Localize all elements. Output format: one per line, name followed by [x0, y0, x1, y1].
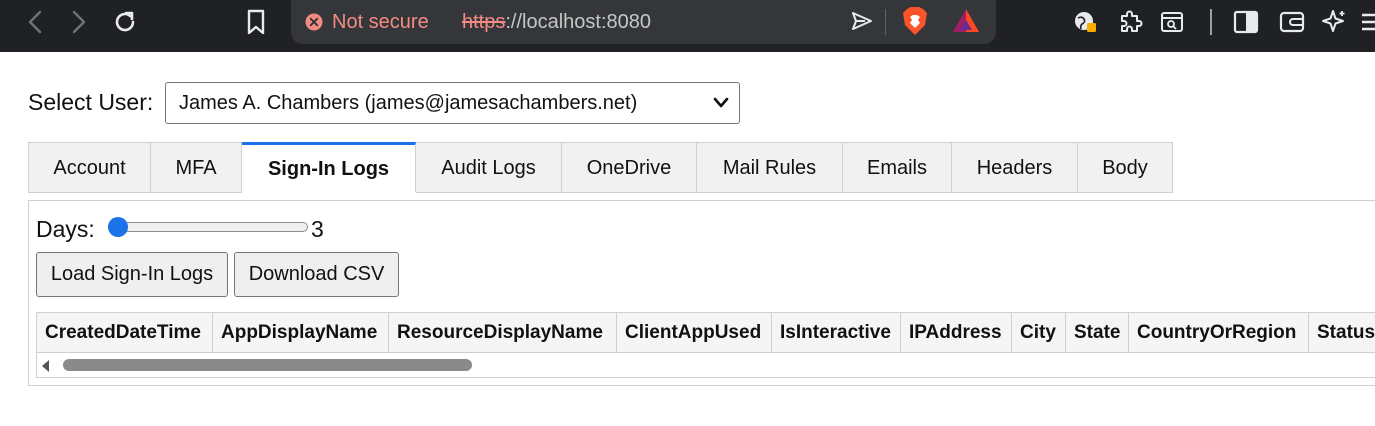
- horizontal-scrollbar[interactable]: [37, 353, 1375, 377]
- send-icon[interactable]: [851, 10, 873, 32]
- security-warning[interactable]: Not secure: [332, 10, 429, 34]
- sidebar-button[interactable]: [1232, 0, 1260, 44]
- bookmark-button[interactable]: [243, 0, 269, 44]
- tab-headers[interactable]: Headers: [952, 142, 1078, 193]
- sign-in-logs-table: CreatedDateTime AppDisplayName ResourceD…: [36, 312, 1375, 378]
- table-header-row: CreatedDateTime AppDisplayName ResourceD…: [37, 313, 1375, 353]
- user-select-row: Select User: James A. Chambers (james@ja…: [28, 82, 740, 124]
- tab-mail-rules[interactable]: Mail Rules: [697, 142, 843, 193]
- reload-button[interactable]: [110, 0, 140, 44]
- bookmark-icon: [247, 9, 265, 35]
- vpn-extension-button[interactable]: [1071, 0, 1099, 44]
- tab-onedrive[interactable]: OneDrive: [562, 142, 697, 193]
- chevron-left-icon: [28, 10, 42, 34]
- column-header-clientappused[interactable]: ClientAppUsed: [617, 313, 772, 353]
- column-header-isinteractive[interactable]: IsInteractive: [772, 313, 901, 353]
- reading-list-button[interactable]: [1158, 0, 1186, 44]
- address-bar[interactable]: Not secure https://localhost:8080: [291, 0, 996, 44]
- days-control: Days: 3: [36, 213, 356, 243]
- user-select[interactable]: James A. Chambers (james@jamesachambers.…: [165, 82, 740, 124]
- url-host: ://localhost:8080: [505, 11, 652, 33]
- browser-toolbar: Not secure https://localhost:8080: [0, 0, 1375, 52]
- address-bar-divider: [885, 9, 886, 35]
- tab-bar: Account MFA Sign-In Logs Audit Logs OneD…: [28, 142, 1173, 193]
- days-label: Days:: [36, 216, 95, 242]
- column-header-appdisplayname[interactable]: AppDisplayName: [213, 313, 389, 353]
- puzzle-icon: [1121, 10, 1143, 32]
- extensions-button[interactable]: [1116, 0, 1144, 44]
- page-content: Select User: James A. Chambers (james@ja…: [0, 52, 1375, 426]
- url-scheme: https: [462, 11, 506, 33]
- chevron-right-icon: [72, 10, 86, 34]
- sign-in-logs-panel: Days: 3 Load Sign-In Logs Download CSV C…: [28, 200, 1375, 386]
- toolbar-divider: [1210, 9, 1212, 35]
- tab-emails[interactable]: Emails: [843, 142, 952, 193]
- download-csv-button[interactable]: Download CSV: [234, 252, 399, 297]
- forward-button[interactable]: [66, 0, 92, 44]
- wallet-icon: [1279, 11, 1305, 33]
- column-header-resourcedisplayname[interactable]: ResourceDisplayName: [389, 313, 617, 353]
- load-sign-in-logs-button[interactable]: Load Sign-In Logs: [36, 252, 228, 297]
- hamburger-menu-icon: [1362, 13, 1375, 31]
- column-header-ipaddress[interactable]: IPAddress: [901, 313, 1012, 353]
- search-tab-icon: [1161, 12, 1183, 32]
- selected-user-value: James A. Chambers (james@jamesachambers.…: [179, 92, 638, 114]
- days-slider-track: [108, 222, 308, 232]
- menu-button[interactable]: [1360, 0, 1375, 44]
- select-user-label: Select User:: [28, 89, 154, 115]
- back-button[interactable]: [22, 0, 48, 44]
- extension-globe-icon: [1075, 12, 1096, 32]
- rewards-triangle-icon[interactable]: [952, 8, 980, 34]
- column-header-createddatetime[interactable]: CreatedDateTime: [37, 313, 213, 353]
- leo-ai-button[interactable]: [1320, 0, 1348, 44]
- tab-mfa[interactable]: MFA: [151, 142, 242, 193]
- reload-icon: [115, 11, 135, 32]
- chevron-down-icon: [713, 97, 729, 108]
- days-slider[interactable]: [108, 217, 308, 238]
- wallet-button[interactable]: [1278, 0, 1306, 44]
- column-header-city[interactable]: City: [1012, 313, 1066, 353]
- brave-shield-icon[interactable]: [902, 6, 928, 36]
- days-slider-thumb[interactable]: [108, 217, 128, 237]
- column-header-countryorregion[interactable]: CountryOrRegion: [1129, 313, 1309, 353]
- column-header-status[interactable]: Status: [1309, 313, 1375, 353]
- scrollbar-thumb[interactable]: [63, 359, 472, 371]
- scroll-left-icon[interactable]: [42, 360, 50, 372]
- tab-account[interactable]: Account: [28, 142, 151, 193]
- sidebar-icon: [1233, 10, 1259, 34]
- tab-sign-in-logs[interactable]: Sign-In Logs: [242, 142, 416, 193]
- tab-audit-logs[interactable]: Audit Logs: [416, 142, 562, 193]
- tab-body[interactable]: Body: [1078, 142, 1173, 193]
- column-header-state[interactable]: State: [1066, 313, 1129, 353]
- sparkle-icon: [1322, 10, 1345, 32]
- warning-icon: [305, 13, 323, 31]
- days-value: 3: [311, 216, 324, 242]
- url-text[interactable]: https://localhost:8080: [462, 10, 651, 34]
